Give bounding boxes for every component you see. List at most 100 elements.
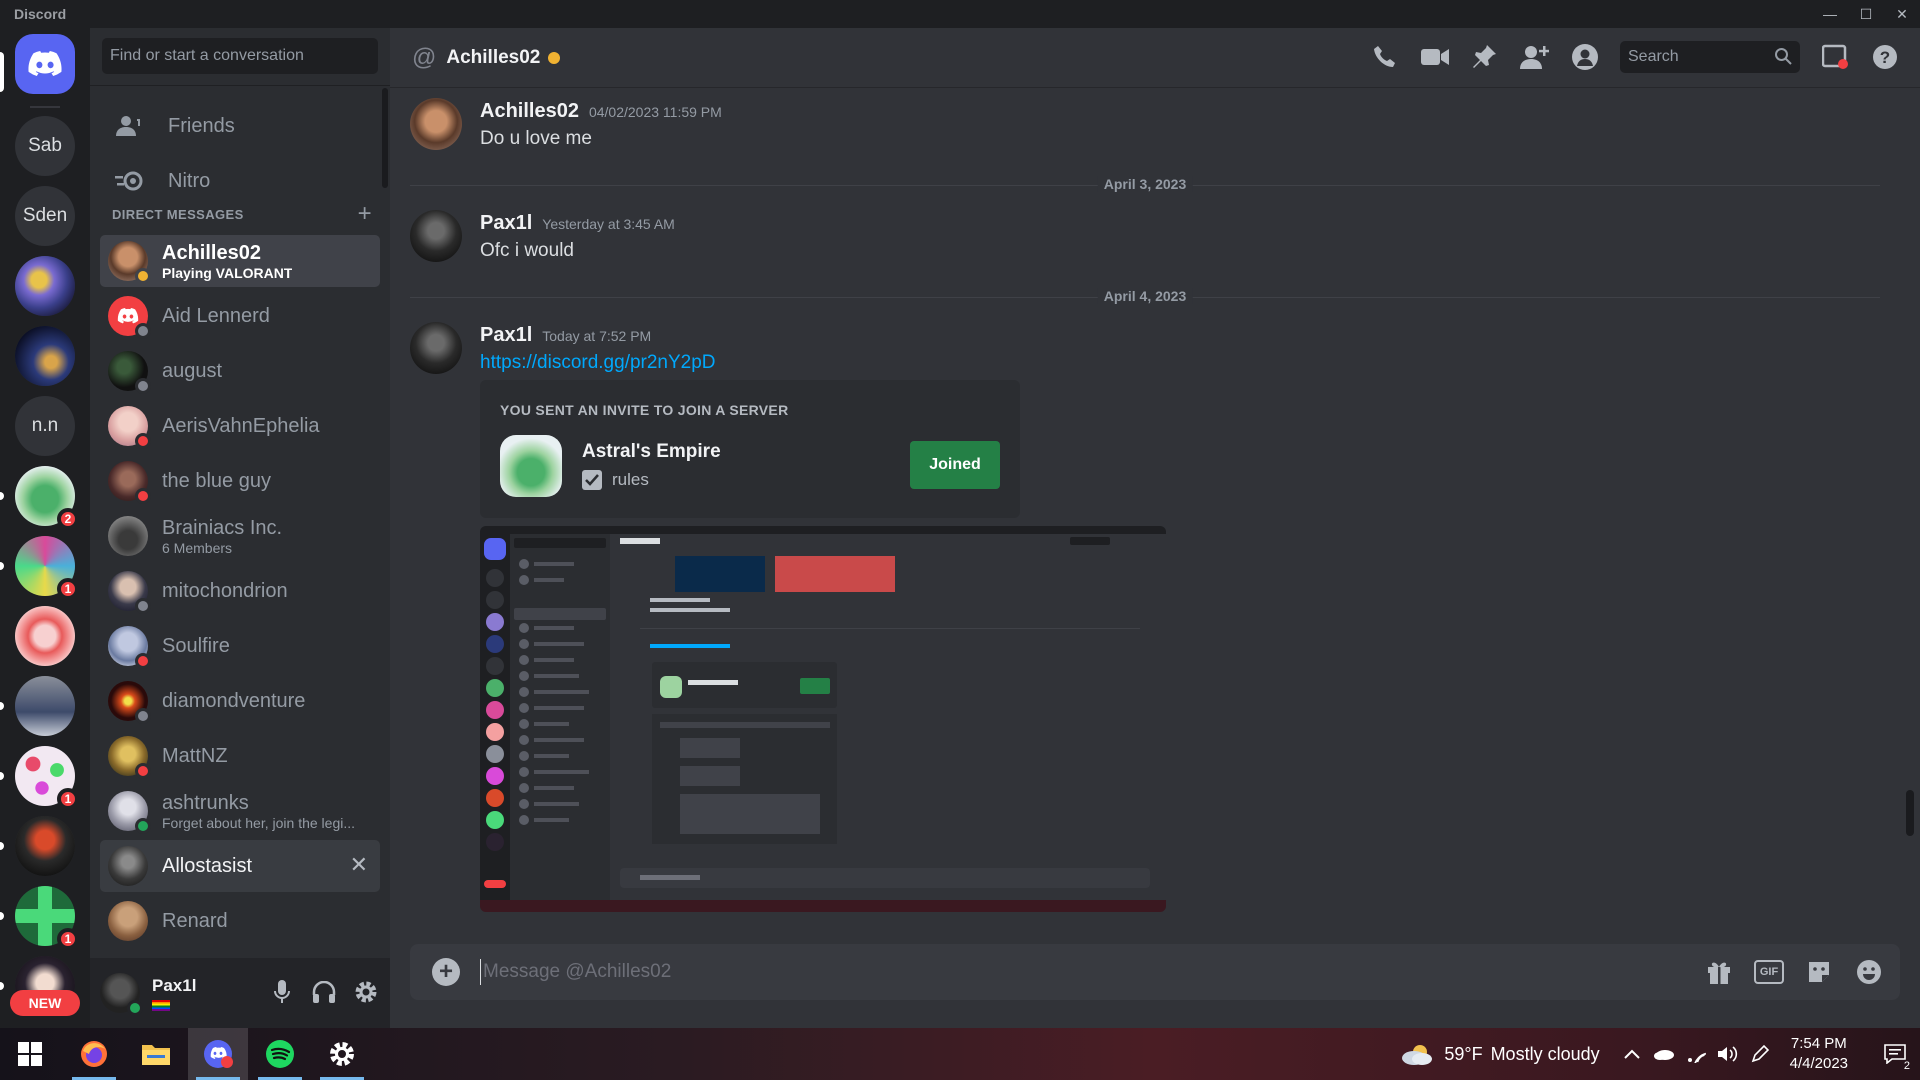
system-tray: 59°F Mostly cloudy 7:54 PM 4/4/2023 2 bbox=[1400, 1028, 1920, 1080]
server-icon-galaxy[interactable] bbox=[15, 256, 75, 316]
user-avatar[interactable] bbox=[100, 973, 143, 1016]
voice-call-icon[interactable] bbox=[1370, 40, 1400, 74]
message-scrollbar[interactable] bbox=[1906, 790, 1914, 836]
dm-item-brainiacs-inc[interactable]: Brainiacs Inc. 6 Members bbox=[100, 510, 380, 562]
message-author[interactable]: Pax1l bbox=[480, 324, 532, 347]
dm-item-aerisvahnephelia[interactable]: AerisVahnEphelia bbox=[100, 400, 380, 452]
new-badge[interactable]: NEW bbox=[10, 990, 80, 1016]
home-button[interactable] bbox=[15, 34, 75, 94]
server-sab[interactable]: Sab bbox=[15, 116, 75, 176]
server-image bbox=[15, 256, 75, 316]
dm-item-mattnz[interactable]: MattNZ bbox=[100, 730, 380, 782]
dm-item-soulfire[interactable]: Soulfire bbox=[100, 620, 380, 672]
server-icon-cross[interactable]: 1 bbox=[0, 886, 79, 950]
invite-channel-name: rules bbox=[612, 470, 649, 489]
dm-search-input[interactable]: Find or start a conversation bbox=[102, 38, 378, 74]
server-icon-dots[interactable]: 1 bbox=[0, 746, 79, 810]
wifi-icon[interactable] bbox=[1680, 1045, 1712, 1063]
app-name: Discord bbox=[14, 6, 67, 22]
message-author[interactable]: Achilles02 bbox=[480, 100, 579, 123]
pen-icon[interactable] bbox=[1744, 1044, 1776, 1064]
maximize-button[interactable]: ☐ bbox=[1848, 0, 1884, 28]
user-panel: Pax1l bbox=[90, 958, 390, 1028]
emoji-icon[interactable] bbox=[1854, 957, 1884, 987]
server-icon-figure[interactable] bbox=[0, 676, 75, 736]
onedrive-icon[interactable] bbox=[1648, 1047, 1680, 1061]
server-icon-green[interactable]: 2 bbox=[0, 466, 79, 530]
notification-center-button[interactable]: 2 bbox=[1870, 1044, 1920, 1072]
taskbar-file-explorer[interactable] bbox=[126, 1028, 186, 1080]
start-button[interactable] bbox=[0, 1028, 60, 1080]
server-sden[interactable]: Sden bbox=[15, 186, 75, 246]
header-search-input[interactable]: Search bbox=[1620, 41, 1800, 73]
dm-item-august[interactable]: august bbox=[100, 345, 380, 397]
dm-item-ashtrunks[interactable]: ashtrunks Forget about her, join the legi… bbox=[100, 785, 380, 837]
status-dnd-icon bbox=[135, 433, 151, 449]
taskbar-discord[interactable] bbox=[188, 1028, 248, 1080]
taskbar-settings[interactable] bbox=[312, 1028, 372, 1080]
server-icon-star[interactable]: 1 bbox=[0, 536, 79, 600]
user-name: Pax1l bbox=[152, 975, 197, 995]
invite-channel: rules bbox=[582, 470, 649, 490]
message-avatar[interactable] bbox=[410, 322, 462, 374]
dm-item-diamondventure[interactable]: diamondventure bbox=[100, 675, 380, 727]
server-icon-space[interactable] bbox=[15, 326, 75, 386]
weather-widget[interactable]: 59°F Mostly cloudy bbox=[1400, 1042, 1600, 1066]
taskbar-spotify[interactable] bbox=[250, 1028, 310, 1080]
close-dm-icon[interactable]: ✕ bbox=[350, 852, 368, 878]
video-call-icon[interactable] bbox=[1420, 40, 1450, 74]
status-offline-icon bbox=[135, 598, 151, 614]
dm-name: mitochondrion bbox=[162, 579, 288, 602]
clock[interactable]: 7:54 PM 4/4/2023 bbox=[1790, 1034, 1848, 1074]
taskbar-firefox[interactable] bbox=[64, 1028, 124, 1080]
help-icon[interactable]: ? bbox=[1870, 40, 1900, 74]
chevron-up-icon[interactable] bbox=[1616, 1049, 1648, 1059]
volume-icon[interactable] bbox=[1712, 1045, 1744, 1063]
avatar bbox=[108, 681, 151, 724]
server-icon-bad-science[interactable] bbox=[0, 816, 75, 876]
close-window-button[interactable]: ✕ bbox=[1884, 0, 1920, 28]
status-online-icon bbox=[135, 818, 151, 834]
screenshot-attachment[interactable] bbox=[480, 526, 1166, 912]
message-input[interactable] bbox=[480, 959, 1704, 985]
mention-badge: 1 bbox=[57, 928, 79, 950]
dm-item-renard[interactable]: Renard bbox=[100, 895, 380, 947]
sticker-icon[interactable] bbox=[1804, 957, 1834, 987]
gift-icon[interactable] bbox=[1704, 957, 1734, 987]
invite-link[interactable]: https://discord.gg/pr2nY2pD bbox=[480, 352, 716, 374]
invite-server-name[interactable]: Astral's Empire bbox=[582, 441, 721, 463]
dm-name: Allostasist bbox=[162, 854, 253, 877]
attachment-image bbox=[480, 526, 1166, 912]
joined-button[interactable]: Joined bbox=[910, 441, 1000, 489]
server-icon[interactable] bbox=[500, 435, 562, 497]
dm-item-allostasist[interactable]: Allostasist ✕ bbox=[100, 840, 380, 892]
gif-button[interactable]: GIF bbox=[1754, 960, 1784, 984]
dm-item-aid-lennerd[interactable]: Aid Lennerd bbox=[100, 290, 380, 342]
server-icon-sigil[interactable] bbox=[15, 606, 75, 666]
dm-item-mitochondrion[interactable]: mitochondrion bbox=[100, 565, 380, 617]
minimize-button[interactable]: — bbox=[1812, 0, 1848, 28]
dm-custom-status: Forget about her, join the legi... bbox=[162, 814, 356, 831]
nitro-nav[interactable]: Nitro bbox=[100, 157, 370, 205]
message-avatar[interactable] bbox=[410, 210, 462, 262]
add-friends-to-dm-icon[interactable] bbox=[1520, 40, 1550, 74]
attach-plus-icon[interactable]: + bbox=[432, 958, 460, 986]
dm-item-the-blue-guy[interactable]: the blue guy bbox=[100, 455, 380, 507]
create-dm-button[interactable]: + bbox=[358, 202, 372, 226]
friends-nav[interactable]: Friends bbox=[100, 102, 370, 150]
chat-title: Achilles02 bbox=[446, 46, 541, 68]
headphones-icon[interactable] bbox=[312, 978, 336, 1006]
dm-item-achilles02[interactable]: Achilles02 Playing VALORANT bbox=[100, 235, 380, 287]
microphone-icon[interactable] bbox=[270, 978, 294, 1006]
server-nn[interactable]: n.n bbox=[15, 396, 75, 456]
dm-scrollbar[interactable] bbox=[382, 88, 388, 188]
settings-gear-icon[interactable] bbox=[354, 978, 378, 1006]
nitro-label: Nitro bbox=[168, 169, 211, 192]
inbox-icon[interactable] bbox=[1820, 40, 1850, 74]
pinned-messages-icon[interactable] bbox=[1470, 40, 1500, 74]
firefox-icon bbox=[81, 1041, 107, 1067]
user-profile-icon[interactable] bbox=[1570, 40, 1600, 74]
message-avatar[interactable] bbox=[410, 98, 462, 150]
message-author[interactable]: Pax1l bbox=[480, 212, 532, 235]
avatar bbox=[108, 626, 151, 669]
